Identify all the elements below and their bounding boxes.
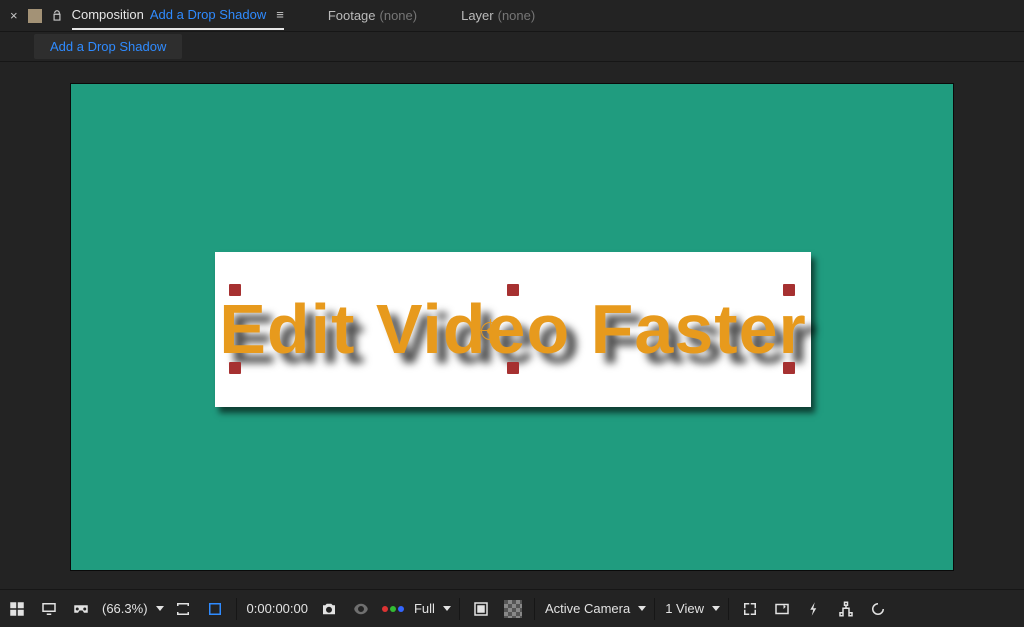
resolution-dropdown[interactable]: Full [412, 601, 451, 616]
chevron-down-icon [443, 606, 451, 611]
close-tab-button[interactable]: × [8, 6, 20, 25]
selection-handle[interactable] [229, 362, 241, 374]
show-snapshot-icon [348, 595, 374, 623]
tab-composition-link: Add a Drop Shadow [150, 7, 266, 22]
camera-dropdown[interactable]: Active Camera [543, 601, 646, 616]
selection-handle[interactable] [229, 284, 241, 296]
magnification-grid-icon[interactable] [4, 595, 30, 623]
tab-layer[interactable]: Layer (none) [461, 8, 535, 23]
vr-goggles-icon[interactable] [68, 595, 94, 623]
separator [728, 598, 729, 620]
tab-footage[interactable]: Footage (none) [328, 8, 417, 23]
tab-composition[interactable]: Composition Add a Drop Shadow ≡ [72, 1, 284, 30]
chevron-down-icon [712, 606, 720, 611]
flowchart-icon[interactable] [833, 595, 859, 623]
snapshot-icon[interactable] [316, 595, 342, 623]
monitor-icon[interactable] [36, 595, 62, 623]
flowchart-breadcrumb-row: Add a Drop Shadow [0, 32, 1024, 62]
selection-handle[interactable] [507, 362, 519, 374]
separator [459, 598, 460, 620]
zoom-dropdown[interactable]: (66.3%) [100, 601, 164, 616]
region-of-interest-icon[interactable] [468, 595, 494, 623]
title-text: Edit Video Faster [219, 289, 807, 369]
resolution-value: Full [412, 601, 437, 616]
composition-canvas[interactable]: Edit Video Faster [70, 83, 954, 571]
viewer-tabs-bar: × Composition Add a Drop Shadow ≡ Footag… [0, 0, 1024, 32]
mask-visibility-icon[interactable] [202, 595, 228, 623]
selection-handle[interactable] [783, 284, 795, 296]
lock-icon[interactable] [50, 9, 64, 23]
separator [236, 598, 237, 620]
zoom-value: (66.3%) [100, 601, 150, 616]
tab-layer-label: Layer [461, 8, 494, 23]
share-view-icon[interactable] [737, 595, 763, 623]
transparency-grid-icon[interactable] [500, 595, 526, 623]
separator [654, 598, 655, 620]
viewer-canvas-wrap: Edit Video Faster [0, 62, 1024, 589]
camera-value: Active Camera [543, 601, 632, 616]
reset-exposure-icon[interactable] [865, 595, 891, 623]
selection-handle[interactable] [783, 362, 795, 374]
views-dropdown[interactable]: 1 View [663, 601, 720, 616]
chevron-down-icon [156, 606, 164, 611]
pixel-aspect-icon[interactable] [769, 595, 795, 623]
tab-footage-state: (none) [380, 8, 418, 23]
panel-menu-icon[interactable]: ≡ [276, 7, 284, 22]
anchor-point-icon[interactable] [481, 322, 499, 340]
chevron-down-icon [638, 606, 646, 611]
views-value: 1 View [663, 601, 706, 616]
timecode-display[interactable]: 0:00:00:00 [245, 601, 310, 616]
tab-layer-state: (none) [498, 8, 536, 23]
selection-handle[interactable] [507, 284, 519, 296]
tab-footage-label: Footage [328, 8, 376, 23]
title-card-layer[interactable]: Edit Video Faster [215, 252, 811, 407]
comp-color-swatch [28, 9, 42, 23]
breadcrumb-comp[interactable]: Add a Drop Shadow [34, 34, 182, 59]
channel-icon[interactable] [380, 595, 406, 623]
separator [534, 598, 535, 620]
tab-composition-label: Composition [72, 7, 144, 22]
fast-preview-icon[interactable] [801, 595, 827, 623]
viewer-bottom-bar: (66.3%) 0:00:00:00 Full [0, 589, 1024, 627]
resolution-toggle-icon[interactable] [170, 595, 196, 623]
